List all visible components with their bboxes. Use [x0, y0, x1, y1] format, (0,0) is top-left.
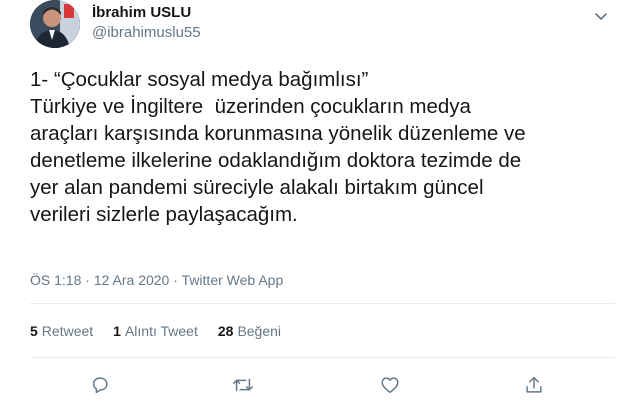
tweet-line: araçları karşısında korunmasına yönelik …	[30, 122, 526, 145]
tweet-text: 1- “Çocuklar sosyal medya bağımlısı” Tür…	[30, 66, 615, 228]
likes-count: 28	[217, 323, 234, 339]
tweet-line: denetleme ilkelerine odaklandığım doktor…	[30, 149, 522, 172]
retweets-label: Retweet	[41, 323, 94, 339]
heart-icon	[381, 377, 399, 394]
quotes-stat[interactable]: 1 Alıntı Tweet	[113, 323, 198, 339]
retweet-button[interactable]	[230, 372, 256, 398]
retweets-stat[interactable]: 5 Retweet	[30, 323, 93, 339]
share-icon	[526, 376, 542, 393]
meta-separator: ·	[169, 272, 182, 288]
tweet-date[interactable]: 12 Ara 2020	[94, 272, 170, 288]
chevron-down-icon[interactable]	[590, 8, 612, 26]
author-name[interactable]: İbrahim USLU	[92, 4, 191, 21]
tweet-meta: ÖS 1:18 · 12 Ara 2020 · Twitter Web App	[30, 272, 283, 288]
likes-label: Beğeni	[237, 323, 282, 339]
meta-separator: ·	[81, 272, 94, 288]
quotes-count: 1	[113, 323, 121, 339]
action-bar	[0, 372, 622, 398]
retweet-icon	[233, 378, 253, 392]
quotes-label: Alıntı Tweet	[124, 323, 198, 339]
reply-button[interactable]	[87, 372, 113, 398]
comment-icon	[92, 377, 108, 394]
avatar[interactable]	[30, 0, 80, 48]
tweet-line: verileri sizlerle paylaşacağım.	[30, 203, 298, 226]
tweet-stats: 5 Retweet 1 Alıntı Tweet 28 Beğeni	[30, 323, 281, 339]
like-button[interactable]	[377, 372, 403, 398]
share-button[interactable]	[521, 372, 547, 398]
likes-stat[interactable]: 28 Beğeni	[218, 323, 281, 339]
tweet-source[interactable]: Twitter Web App	[182, 272, 284, 288]
avatar-image	[30, 0, 80, 48]
tweet-line: yer alan pandemi süreciyle alakalı birta…	[30, 176, 484, 199]
tweet-card: İbrahim USLU @ibrahimuslu55 1- “Çocuklar…	[0, 0, 622, 408]
tweet-time[interactable]: ÖS 1:18	[30, 272, 81, 288]
tweet-line: 1- “Çocuklar sosyal medya bağımlısı”	[30, 68, 369, 91]
tweet-line: Türkiye ve İngiltere üzerinden çocukları…	[30, 95, 471, 118]
author-handle[interactable]: @ibrahimuslu55	[92, 24, 201, 41]
retweets-count: 5	[30, 323, 38, 339]
divider	[30, 357, 615, 358]
divider	[30, 303, 615, 304]
